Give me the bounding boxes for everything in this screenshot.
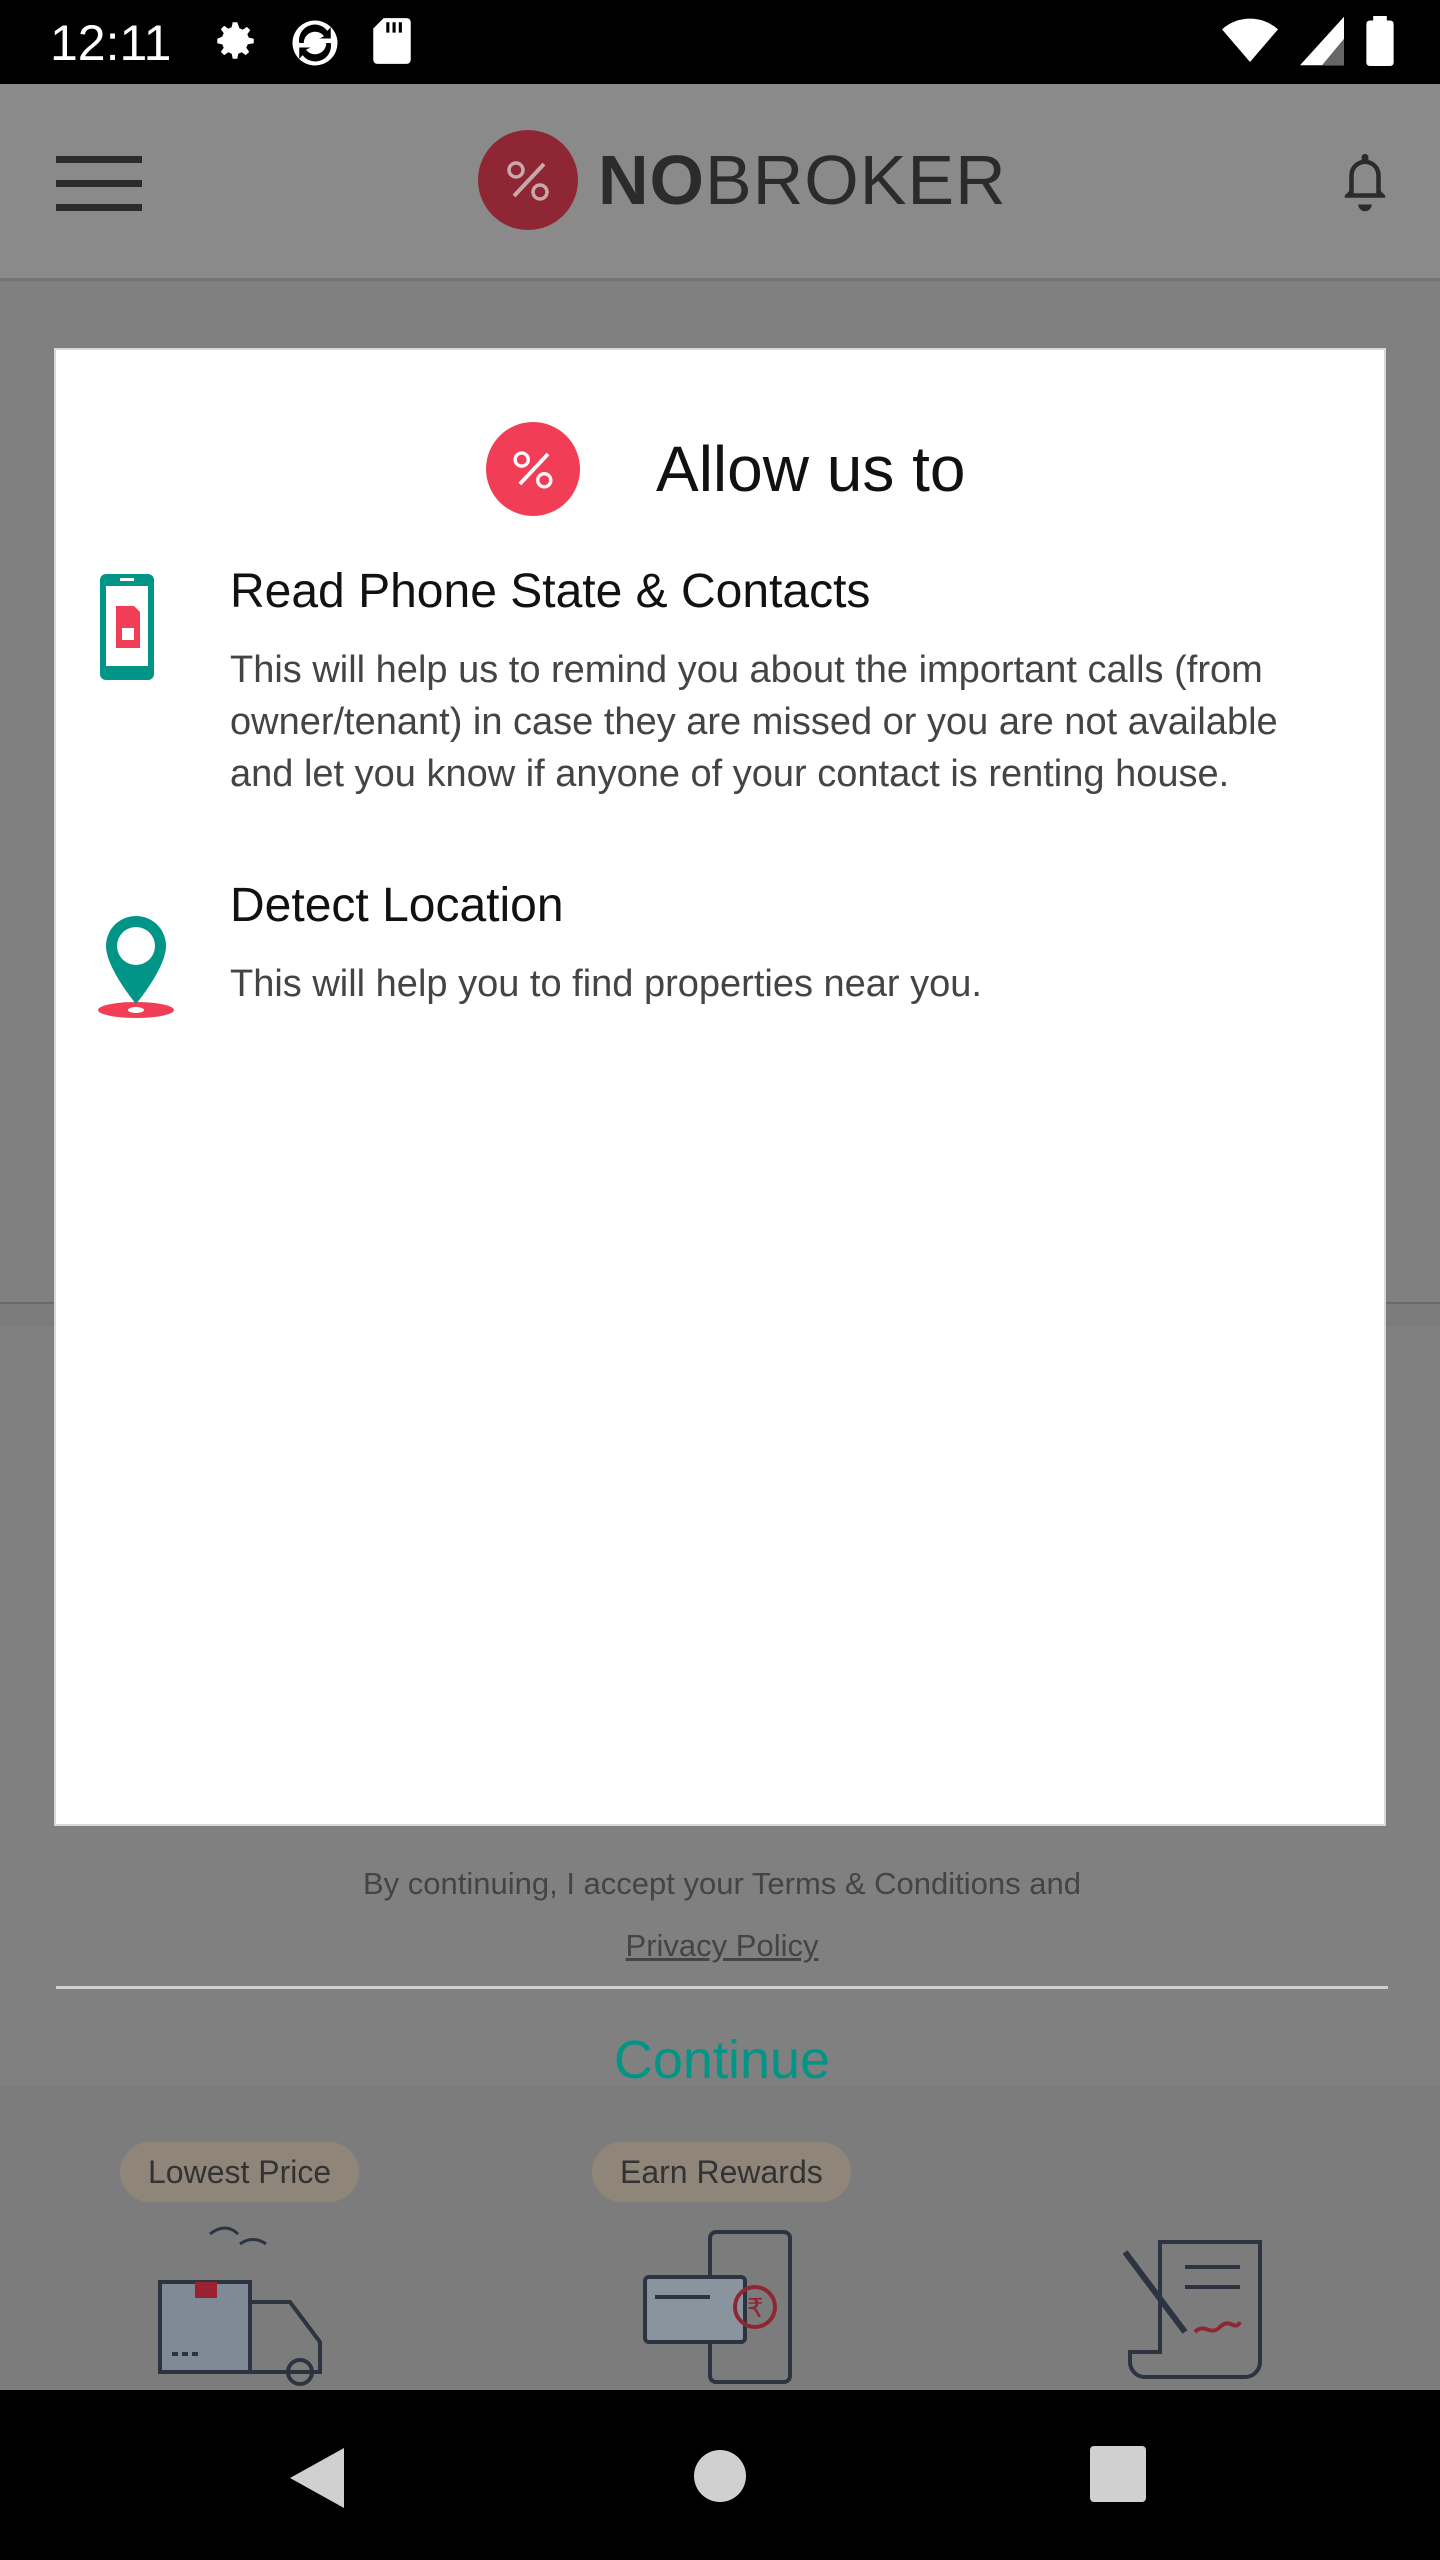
permission-description: This will help you to find properties ne…: [230, 963, 982, 1005]
permission-description: This will help us to remind you about th…: [230, 649, 1278, 795]
nobroker-logo-icon: [478, 130, 578, 230]
location-pin-icon: [98, 916, 174, 1018]
dialog-divider: [56, 1986, 1388, 1989]
sync-icon: [292, 20, 338, 66]
sd-card-icon: [373, 18, 411, 64]
earn-rewards-badge: Earn Rewards: [592, 2142, 851, 2202]
home-icon[interactable]: [694, 2450, 746, 2502]
recents-icon[interactable]: [1090, 2446, 1146, 2502]
terms-link[interactable]: Terms & Conditions: [752, 1866, 1021, 1901]
legal-text: By continuing, I accept your Terms & Con…: [56, 1866, 1388, 1902]
gear-icon: [217, 22, 254, 59]
legal-prefix: By continuing, I accept your: [362, 1866, 752, 1901]
battery-icon: [1366, 16, 1394, 66]
wifi-icon: [1222, 18, 1278, 62]
brand-name-bold: NO: [598, 141, 705, 219]
dialog-header: Allow us to: [486, 422, 965, 516]
status-icons-right: [1222, 16, 1394, 66]
brand-name-rest: BROKER: [705, 141, 1007, 219]
truck-illustration-icon: [158, 2226, 322, 2386]
hamburger-icon[interactable]: [56, 154, 142, 214]
agreement-illustration-icon: [1122, 2240, 1262, 2379]
continue-button[interactable]: Continue: [56, 1990, 1388, 2130]
payment-card-illustration-icon: ₹: [643, 2230, 792, 2384]
status-bar: 12:11: [0, 0, 1440, 84]
permission-title: Read Phone State & Contacts: [230, 565, 871, 618]
privacy-policy-link[interactable]: Privacy Policy: [626, 1928, 819, 1963]
cell-signal-icon: [1300, 16, 1344, 66]
dialog-title: Allow us to: [656, 433, 966, 505]
permission-title: Detect Location: [230, 879, 564, 932]
phone-sim-icon: [100, 574, 154, 680]
svg-text:₹: ₹: [747, 2294, 764, 2324]
lowest-price-badge: Lowest Price: [120, 2142, 360, 2202]
legal-and: and: [1020, 1866, 1081, 1901]
nobroker-logo-icon: [486, 422, 580, 516]
status-icons-left: [210, 16, 414, 70]
bell-icon[interactable]: [1338, 150, 1392, 214]
status-time: 12:11: [50, 15, 172, 71]
permission-dialog: Allow us to Read Phone State & Contacts …: [54, 348, 1388, 2090]
back-icon[interactable]: [290, 2448, 344, 2508]
legal-text-line2: Privacy Policy: [56, 1928, 1388, 1964]
brand-logo: NOBROKER: [478, 130, 1007, 230]
brand-name: NOBROKER: [598, 140, 1007, 220]
